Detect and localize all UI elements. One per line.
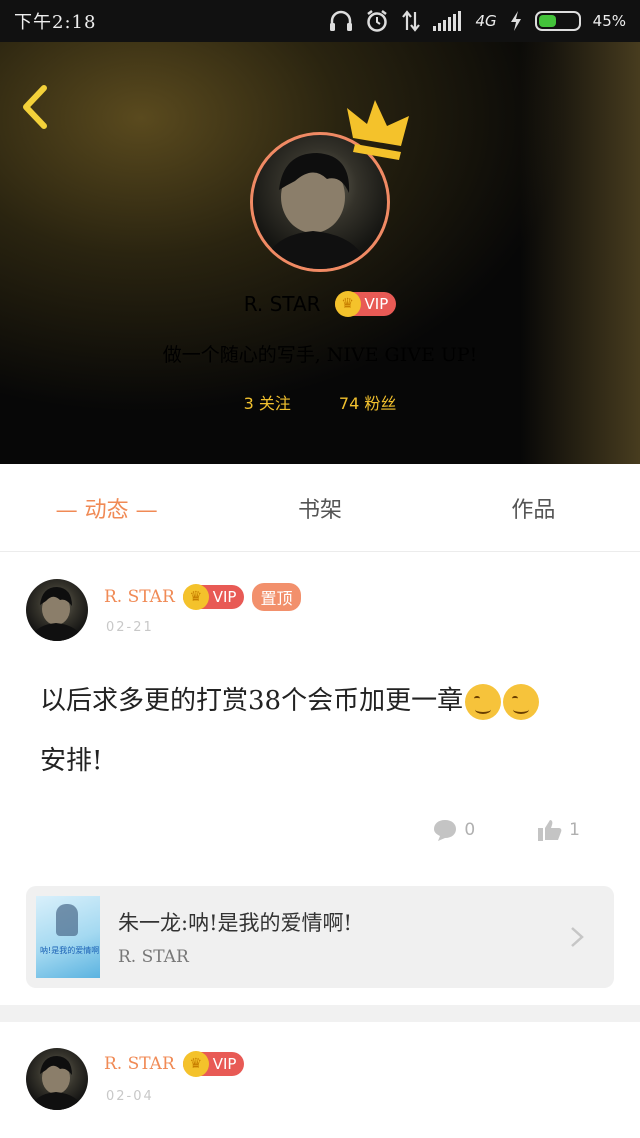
followers-count[interactable]: 74 粉丝 bbox=[339, 390, 396, 414]
linked-book-card[interactable]: 呐!是我的爱情啊 朱一龙:呐!是我的爱情啊! R. STAR bbox=[26, 886, 614, 988]
post-actions: 0 1 bbox=[432, 818, 580, 842]
wink-emoji-icon bbox=[503, 684, 540, 720]
vip-badge: ♛ VIP bbox=[334, 291, 397, 317]
headphones-icon bbox=[329, 10, 353, 32]
avatar[interactable] bbox=[26, 1048, 88, 1110]
crown-icon bbox=[347, 100, 409, 160]
book-cover-figure bbox=[56, 904, 78, 936]
crown-coin-icon: ♛ bbox=[334, 291, 361, 317]
like-button[interactable]: 1 bbox=[537, 818, 580, 842]
alarm-icon bbox=[365, 9, 389, 33]
avatar[interactable] bbox=[26, 579, 88, 641]
chevron-right-icon bbox=[571, 927, 584, 947]
status-bar: 下午2:18 4G 45% bbox=[0, 0, 640, 42]
charging-icon bbox=[509, 10, 523, 32]
book-cover-title: 呐!是我的爱情啊 bbox=[40, 946, 100, 955]
tab-activity[interactable]: — 动态 — bbox=[0, 464, 213, 551]
post-text-main: 以后求多更的打赏38个会币加更一章 bbox=[40, 686, 464, 716]
tab-bookshelf[interactable]: 书架 bbox=[213, 464, 426, 551]
profile-page: 下午2:18 4G 45% R. STAR ♛ VIP 做一个随心的写手, NI… bbox=[0, 0, 640, 1138]
book-cover: 呐!是我的爱情啊 bbox=[36, 896, 100, 978]
crown-coin-icon: ♛ bbox=[182, 584, 209, 610]
post-date: 02-21 bbox=[106, 620, 154, 635]
comment-button[interactable]: 0 bbox=[432, 818, 475, 842]
status-icons: 4G 45% bbox=[329, 9, 626, 33]
vip-badge: ♛ VIP bbox=[182, 584, 245, 610]
profile-username: R. STAR bbox=[243, 292, 321, 316]
following-count[interactable]: 3 关注 bbox=[244, 390, 291, 414]
comment-count: 0 bbox=[464, 820, 476, 840]
thumbs-up-icon bbox=[538, 820, 562, 841]
profile-tabs: — 动态 — 书架 作品 bbox=[0, 464, 640, 552]
vip-label: VIP bbox=[212, 588, 237, 606]
back-button[interactable] bbox=[16, 82, 56, 132]
comment-icon bbox=[434, 820, 457, 841]
avatar-portrait-icon bbox=[30, 1056, 84, 1110]
status-time: 下午2:18 bbox=[14, 12, 97, 33]
chevron-left-icon bbox=[23, 85, 47, 129]
pinned-badge: 置顶 bbox=[252, 583, 301, 611]
battery-icon bbox=[534, 11, 581, 31]
post-date: 02-04 bbox=[106, 1089, 154, 1104]
profile-bio: 做一个随心的写手, NIVE GIVE UP! bbox=[162, 344, 478, 366]
feed-post: R. STAR ♛ VIP 02-04 bbox=[0, 1022, 640, 1138]
post-text-tail: 安排! bbox=[40, 746, 103, 776]
signal-icon bbox=[433, 11, 463, 31]
battery-level-fill bbox=[538, 15, 556, 27]
battery-percent: 45% bbox=[592, 12, 626, 30]
post-author[interactable]: R. STAR bbox=[104, 1054, 175, 1074]
data-arrows-icon bbox=[401, 10, 421, 32]
book-author: R. STAR bbox=[118, 947, 189, 967]
feed-post: R. STAR ♛ VIP 置顶 02-21 以后求多更的打赏38个会币加更一章… bbox=[0, 553, 640, 1005]
post-separator bbox=[0, 1005, 640, 1022]
post-author[interactable]: R. STAR bbox=[104, 587, 175, 607]
post-author-row: R. STAR ♛ VIP 置顶 bbox=[104, 583, 301, 611]
post-author-row: R. STAR ♛ VIP bbox=[104, 1051, 245, 1077]
post-text: 以后求多更的打赏38个会币加更一章 安排! bbox=[40, 671, 620, 791]
vip-label: VIP bbox=[212, 1055, 237, 1073]
crown-coin-icon: ♛ bbox=[182, 1051, 209, 1077]
vip-label: VIP bbox=[364, 295, 389, 313]
profile-stats: 3 关注 74 粉丝 bbox=[0, 390, 640, 414]
network-type: 4G bbox=[475, 12, 497, 30]
vip-badge: ♛ VIP bbox=[182, 1051, 245, 1077]
like-count: 1 bbox=[569, 820, 580, 840]
tab-works[interactable]: 作品 bbox=[427, 464, 640, 551]
wink-emoji-icon bbox=[465, 684, 502, 720]
book-info: 朱一龙:呐!是我的爱情啊! R. STAR bbox=[118, 907, 562, 967]
profile-name-row: R. STAR ♛ VIP bbox=[0, 291, 640, 317]
book-title: 朱一龙:呐!是我的爱情啊! bbox=[118, 911, 352, 935]
avatar-portrait-icon bbox=[30, 587, 84, 641]
